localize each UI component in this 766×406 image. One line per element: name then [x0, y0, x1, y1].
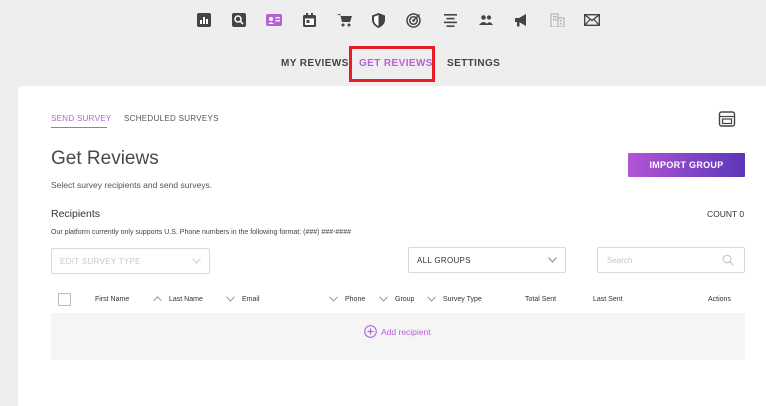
column-email[interactable]: Email	[242, 296, 260, 303]
sort-down-icon[interactable]	[427, 296, 436, 302]
sort-down-icon[interactable]	[329, 296, 338, 302]
tab-scheduled-surveys[interactable]: SCHEDULED SURVEYS	[124, 114, 219, 123]
survey-type-placeholder: EDIT SURVEY TYPE	[60, 257, 141, 266]
phone-format-note: Our platform currently only supports U.S…	[51, 229, 351, 236]
add-recipient-label: Add recipient	[381, 326, 431, 337]
recipient-count: COUNT 0	[707, 209, 745, 219]
contact-card-icon[interactable]	[265, 10, 283, 30]
column-phone[interactable]: Phone	[345, 296, 365, 303]
table-header: First Name Last Name Email Phone Group S…	[51, 288, 745, 312]
top-navigation	[0, 10, 766, 32]
survey-type-select[interactable]: EDIT SURVEY TYPE	[51, 248, 210, 274]
active-tab-indicator	[51, 127, 107, 128]
cart-icon[interactable]	[335, 10, 353, 30]
column-actions: Actions	[708, 296, 731, 303]
sort-up-icon[interactable]	[153, 296, 162, 302]
add-recipient-button[interactable]: Add recipient	[364, 325, 431, 338]
column-total-sent[interactable]: Total Sent	[525, 296, 556, 303]
search-icon[interactable]	[230, 10, 248, 30]
building-icon[interactable]	[548, 10, 566, 30]
printer-icon[interactable]	[718, 110, 736, 128]
shield-icon[interactable]	[369, 10, 387, 30]
empty-table-row: Add recipient	[51, 313, 745, 360]
mail-icon[interactable]	[583, 10, 601, 30]
highlight-box	[349, 46, 435, 82]
align-center-icon[interactable]	[441, 10, 459, 30]
import-group-button[interactable]: IMPORT GROUP	[628, 153, 745, 177]
column-survey-type[interactable]: Survey Type	[443, 296, 482, 303]
reports-icon[interactable]	[195, 10, 213, 30]
groups-select[interactable]: ALL GROUPS	[408, 247, 566, 273]
page-title: Get Reviews	[51, 148, 159, 169]
recipients-title: Recipients	[51, 208, 101, 220]
page-subtitle: Select survey recipients and send survey…	[51, 180, 213, 190]
column-last-sent[interactable]: Last Sent	[593, 296, 623, 303]
tab-my-reviews[interactable]: MY REVIEWS	[281, 58, 349, 69]
column-last-name[interactable]: Last Name	[169, 296, 203, 303]
groups-value: ALL GROUPS	[417, 256, 471, 265]
magnifier-icon[interactable]	[722, 254, 734, 266]
tab-send-survey[interactable]: SEND SURVEY	[51, 114, 112, 123]
chevron-down-icon	[548, 257, 557, 263]
chevron-down-icon	[192, 258, 201, 264]
tab-settings[interactable]: SETTINGS	[447, 58, 500, 69]
sort-down-icon[interactable]	[379, 296, 388, 302]
users-icon[interactable]	[477, 10, 495, 30]
plus-circle-icon	[364, 325, 377, 338]
megaphone-icon[interactable]	[512, 10, 530, 30]
select-all-checkbox[interactable]	[58, 293, 71, 306]
column-group[interactable]: Group	[395, 296, 414, 303]
sort-down-icon[interactable]	[226, 296, 235, 302]
calendar-icon[interactable]	[300, 10, 318, 30]
column-first-name[interactable]: First Name	[95, 296, 129, 303]
target-icon[interactable]	[404, 10, 422, 30]
